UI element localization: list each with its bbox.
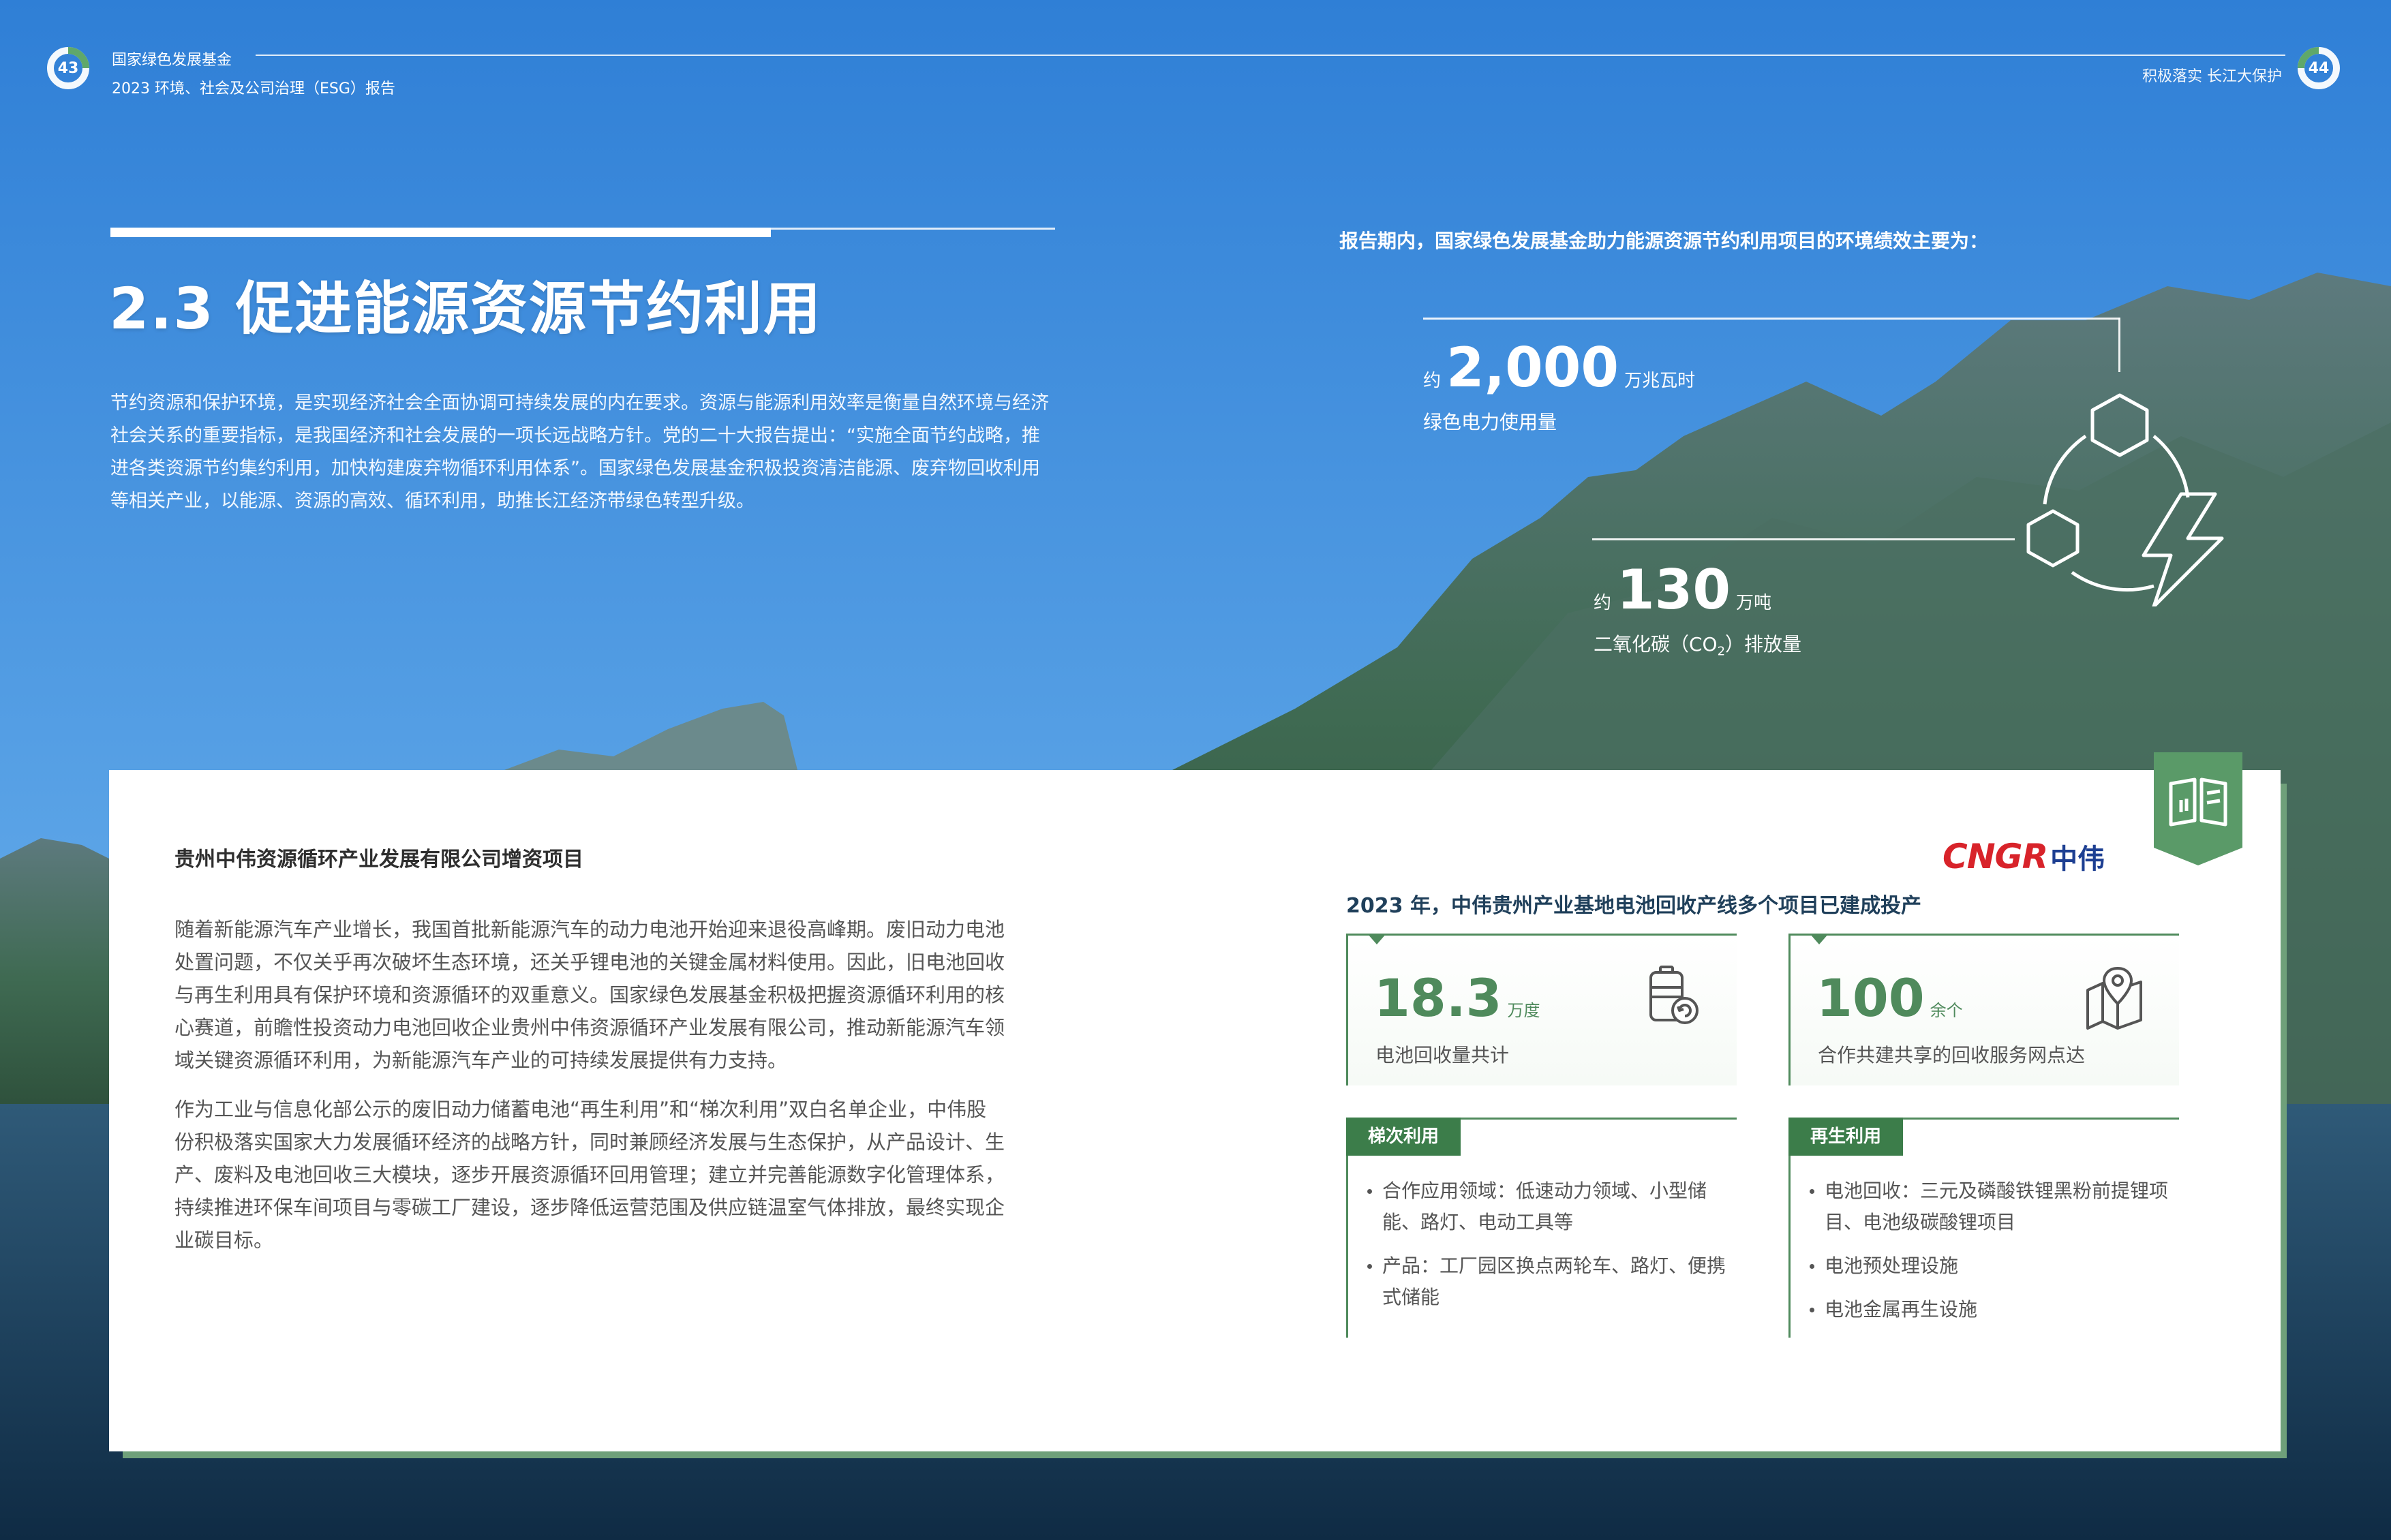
stat-green-power: 约 2,000 万兆瓦时 绿色电力使用量: [1423, 341, 1695, 435]
feature-cascade-use: 梯次利用 合作应用领域：低速动力领域、小型储能、路灯、电动工具等 产品：工厂园区…: [1346, 1118, 1737, 1338]
performance-caption: 报告期内，国家绿色发展基金助力能源资源节约利用项目的环境绩效主要为：: [1339, 230, 1989, 252]
stat-co2: 约 130 万吨 二氧化碳（CO2）排放量: [1594, 563, 1801, 659]
map-pin-icon: [2086, 967, 2142, 1030]
metric-tick: [1367, 934, 1386, 944]
header-report-title: 2023 环境、社会及公司治理（ESG）报告: [112, 80, 395, 97]
metric-service-points: 100 余个 合作共建共享的回收服务网点达: [1788, 934, 2179, 1085]
header-org-name: 国家绿色发展基金: [112, 52, 232, 69]
feature-list: 电池回收：三元及磷酸铁锂黑粉前提锂项目、电池级碳酸锂项目 电池预处理设施 电池金…: [1810, 1175, 2178, 1338]
stat-value: 2,000: [1446, 336, 1619, 399]
left-page-number: 43: [57, 59, 79, 77]
cngr-logo: CNGR 中伟: [1943, 837, 2105, 876]
stat-connector-line: [2118, 318, 2120, 372]
case-bookmark: [2154, 752, 2242, 865]
metric-value: 100: [1816, 968, 1925, 1028]
title-bar-thick: [110, 228, 771, 237]
header-section-tag: 积极落实 长江大保护: [2142, 68, 2282, 85]
cngr-logo-en: CNGR: [1943, 837, 2048, 876]
list-item: 合作应用领域：低速动力领域、小型储能、路灯、电动工具等: [1367, 1175, 1735, 1238]
feature-regeneration: 再生利用 电池回收：三元及磷酸铁锂黑粉前提锂项目、电池级碳酸锂项目 电池预处理设…: [1788, 1118, 2179, 1338]
stat-label: 二氧化碳（CO2）排放量: [1594, 630, 1801, 659]
right-page-badge: 44: [2296, 45, 2342, 91]
feature-list: 合作应用领域：低速动力领域、小型储能、路灯、电动工具等 产品：工厂园区换点两轮车…: [1367, 1175, 1735, 1325]
list-item: 电池预处理设施: [1810, 1250, 2178, 1282]
stat-label-post: ）排放量: [1725, 633, 1802, 656]
metric-tick: [1810, 934, 1829, 944]
stat-prefix: 约: [1423, 371, 1442, 391]
battery-recycle-icon: [1649, 966, 1699, 1024]
stat-unit: 万兆瓦时: [1624, 371, 1696, 391]
section-title: 2.3 促进能源资源节约利用: [109, 275, 823, 342]
stat-value: 130: [1617, 558, 1731, 621]
cngr-logo-cn: 中伟: [2050, 844, 2105, 875]
header-divider: [256, 55, 2285, 56]
metric-unit: 余个: [1930, 1001, 1963, 1020]
stat-label-pre: 二氧化碳（CO: [1594, 633, 1718, 656]
metric-label: 合作共建共享的回收服务网点达: [1818, 1044, 2086, 1066]
stat-label-subscript: 2: [1717, 644, 1726, 659]
metric-unit: 万度: [1507, 1001, 1540, 1020]
case-milestone: 2023 年，中伟贵州产业基地电池回收产线多个项目已建成投产: [1346, 894, 1921, 918]
list-item: 产品：工厂园区换点两轮车、路灯、便携式储能: [1367, 1250, 1735, 1313]
stat-unit: 万吨: [1736, 593, 1772, 613]
left-page-badge: 43: [45, 45, 91, 91]
case-paragraph: 随着新能源汽车产业增长，我国首批新能源汽车的动力电池开始迎来退役高峰期。废旧动力…: [174, 918, 1005, 1072]
energy-cycle-icon: [2026, 393, 2224, 606]
case-title: 贵州中伟资源循环产业发展有限公司增资项目: [174, 848, 583, 872]
metric-label: 电池回收量共计: [1375, 1044, 1510, 1066]
stat-connector-line: [1592, 538, 2015, 540]
feature-tag: 再生利用: [1788, 1118, 1904, 1156]
list-item: 电池回收：三元及磷酸铁锂黑粉前提锂项目、电池级碳酸锂项目: [1810, 1175, 2178, 1238]
section-intro: 节约资源和保护环境，是实现经济社会全面协调可持续发展的内在要求。资源与能源利用效…: [110, 392, 1049, 512]
stat-connector-line: [1423, 318, 2120, 320]
list-item: 电池金属再生设施: [1810, 1294, 2178, 1325]
feature-tag: 梯次利用: [1346, 1118, 1461, 1156]
stat-prefix: 约: [1594, 593, 1612, 613]
title-bar-thin: [771, 228, 1055, 230]
case-paragraph: 作为工业与信息化部公示的废旧动力储蓄电池“再生利用”和“梯次利用”双白名单企业，…: [174, 1098, 1005, 1252]
metric-value: 18.3: [1374, 968, 1502, 1028]
metric-battery-recycled: 18.3 万度 电池回收量共计: [1346, 934, 1737, 1085]
right-page-number: 44: [2308, 59, 2330, 77]
stat-label: 绿色电力使用量: [1423, 411, 1557, 433]
